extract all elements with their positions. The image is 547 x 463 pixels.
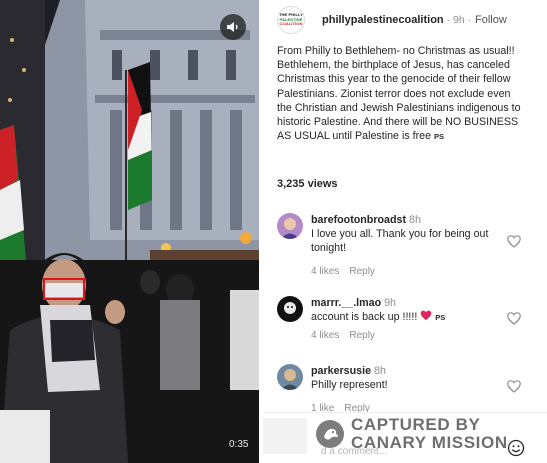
comment-body: marrr.__.lmao 9h account is back up !!!!!… <box>311 296 501 343</box>
canary-mission-logo-icon <box>316 420 344 448</box>
blurred-area <box>263 418 307 454</box>
speaker-muted-icon <box>227 22 238 32</box>
comment-item: parkersusie 8h Philly represent! 1 like Re… <box>277 364 537 414</box>
separator-dot: · <box>467 14 472 26</box>
divider <box>263 412 547 413</box>
comment-avatar[interactable] <box>277 213 303 239</box>
comment-item: marrr.__.lmao 9h account is back up !!!!!… <box>277 296 537 346</box>
comment-text: account is back up !!!!! <box>311 311 421 323</box>
comment-time: 8h <box>374 365 386 377</box>
post-header: THE PHILLY PALESTINE COALITION phillypal… <box>277 6 539 34</box>
watermark-line2: CANARY MISSION <box>351 433 508 452</box>
watermark: CAPTURED BY CANARY MISSION <box>315 416 508 452</box>
comment-text: I love you all. Thank you for being out … <box>311 228 489 254</box>
video-timestamp: 0:35 <box>229 439 249 450</box>
commenter-avatar-image <box>277 213 303 239</box>
reply-button[interactable]: Reply <box>349 330 375 341</box>
mute-button[interactable] <box>220 14 246 40</box>
emoji-icon[interactable] <box>507 439 525 457</box>
follow-button[interactable]: Follow <box>475 14 507 26</box>
reply-button[interactable]: Reply <box>349 266 375 277</box>
like-heart-icon[interactable] <box>507 380 521 393</box>
account-avatar[interactable]: THE PHILLY PALESTINE COALITION <box>277 6 305 34</box>
red-heart-emoji-icon <box>421 310 432 321</box>
account-username[interactable]: phillypalestinecoalition <box>322 14 444 26</box>
separator-dot: · <box>446 14 450 26</box>
comment-body: parkersusie 8h Philly represent! 1 like Re… <box>311 364 501 416</box>
comment-time: 8h <box>409 214 421 226</box>
comment-username[interactable]: parkersusie <box>311 365 371 377</box>
post-time: 9h <box>452 14 465 26</box>
comment-body: barefootonbroadst 8h I love you all. Than… <box>311 213 501 279</box>
commenter-avatar-image <box>277 364 303 390</box>
comment-meta: 4 likes Reply <box>311 265 501 279</box>
comment-item: barefootonbroadst 8h I love you all. Than… <box>277 213 537 277</box>
comment-username[interactable]: barefootonbroadst <box>311 214 406 226</box>
face-highlight-box <box>43 278 85 300</box>
comment-text: Philly represent! <box>311 379 388 391</box>
commenter-avatar-image <box>277 296 303 322</box>
comment-time: 9h <box>384 297 396 309</box>
comment-text-row: account is back up !!!!! PS <box>311 310 501 325</box>
avatar-text-line3: COALITION <box>279 21 303 27</box>
watermark-line1: CAPTURED BY <box>351 415 481 434</box>
view-count: 3,235 views <box>277 178 338 190</box>
palestine-flag-emoji: PS <box>434 132 445 142</box>
comment-meta: 1 like Reply <box>311 402 501 416</box>
video-player[interactable]: 0:35 <box>0 0 259 463</box>
like-heart-icon[interactable] <box>507 235 521 248</box>
comment-username[interactable]: marrr.__.lmao <box>311 297 381 309</box>
comment-avatar[interactable] <box>277 296 303 322</box>
comment-likes[interactable]: 4 likes <box>311 330 339 341</box>
comment-meta: 4 likes Reply <box>311 329 501 343</box>
caption-text: From Philly to Bethlehem- no Christmas a… <box>277 45 521 143</box>
post-panel: THE PHILLY PALESTINE COALITION phillypal… <box>263 0 547 463</box>
watermark-text: CAPTURED BY CANARY MISSION <box>351 416 508 452</box>
post-caption: From Philly to Bethlehem- no Christmas a… <box>277 44 527 144</box>
like-heart-icon[interactable] <box>507 312 521 325</box>
comment-likes[interactable]: 4 likes <box>311 266 339 277</box>
video-frame <box>0 0 259 463</box>
comment-avatar[interactable] <box>277 364 303 390</box>
palestine-flag-emoji: PS <box>435 313 446 322</box>
